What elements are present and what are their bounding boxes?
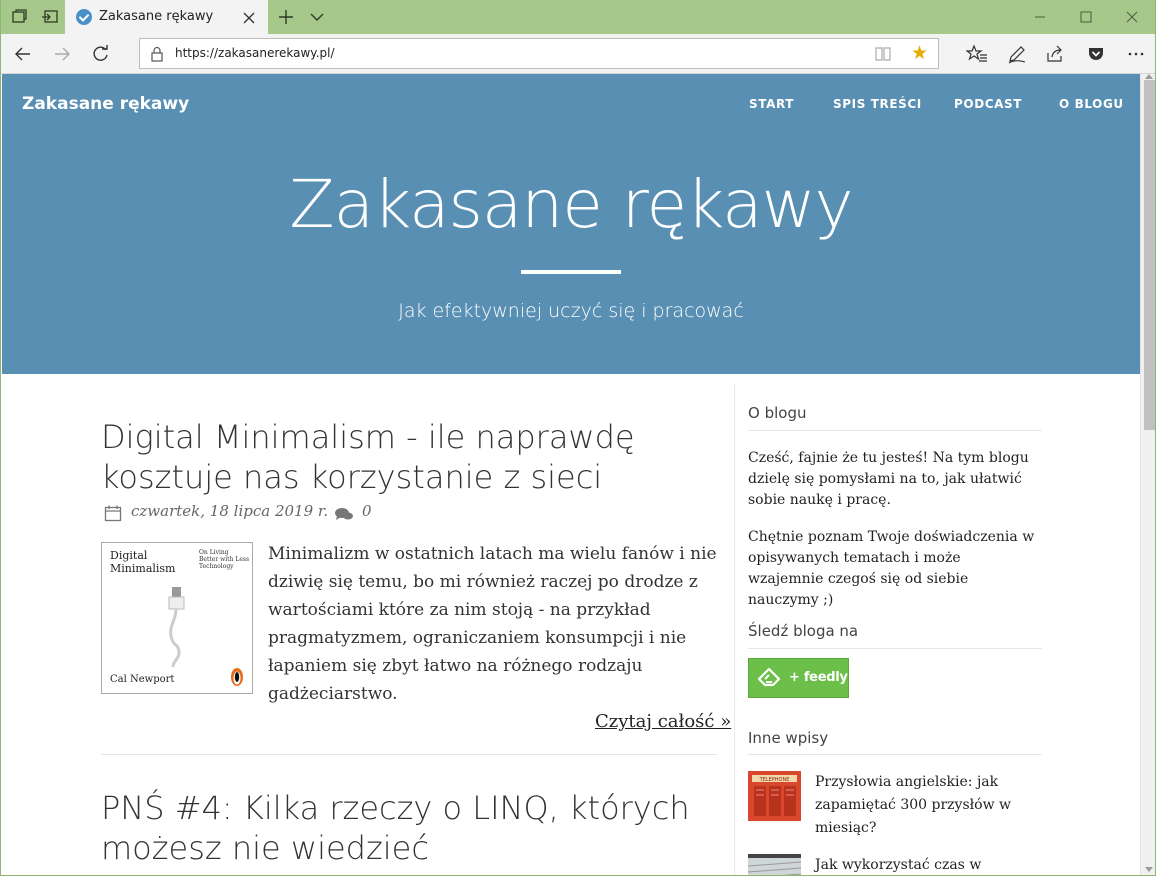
address-bar[interactable]: https://zakasanerekawy.pl/ ★ (139, 38, 939, 69)
widget-divider (748, 648, 1042, 649)
other-post-thumbnail[interactable]: TELEPHONE (748, 771, 801, 821)
refresh-icon[interactable] (91, 44, 111, 64)
post-title-line: możesz nie wiedzieć (101, 829, 429, 867)
hero-subtitle: Jak efektywniej uczyć się i pracować (398, 300, 744, 322)
close-tab-icon[interactable] (242, 10, 256, 24)
page-viewport: Zakasane rękawy START SPIS TREŚCI PODCAS… (2, 74, 1140, 875)
post-excerpt: Minimalizm w ostatnich latach ma wielu f… (268, 544, 717, 704)
widget-title-other-posts: Inne wpisy (748, 729, 829, 747)
site-brand-link[interactable]: Zakasane rękawy (22, 94, 189, 114)
set-tabs-aside-icon[interactable] (41, 8, 59, 26)
cover-subtitle-line: Technology (199, 563, 234, 570)
tab-title: Zakasane rękawy (99, 9, 214, 24)
post-date: czwartek, 18 lipca 2019 r. (131, 502, 329, 520)
nav-podcast[interactable]: PODCAST (954, 97, 1022, 111)
scroll-up-arrow-icon[interactable] (1145, 74, 1153, 79)
scroll-down-arrow-icon[interactable] (1145, 867, 1153, 872)
nav-start[interactable]: START (749, 97, 794, 111)
comments-icon (334, 506, 354, 522)
nav-spis-tresci[interactable]: SPIS TREŚCI (833, 97, 922, 111)
calendar-icon (104, 504, 122, 522)
url-text[interactable]: https://zakasanerekawy.pl/ (175, 46, 335, 60)
more-menu-icon[interactable] (1125, 43, 1147, 65)
back-icon[interactable] (13, 44, 33, 64)
post-title-line: PNŚ #4: Kilka rzeczy o LINQ, których (101, 789, 690, 827)
hero-divider (521, 270, 621, 274)
read-more-link[interactable]: Czytaj całość » (595, 711, 731, 732)
browser-window: Zakasane rękawy https://zakasanerekawy.p… (0, 0, 1156, 876)
post-title-link[interactable]: Digital Minimalism - ile naprawdę kosztu… (101, 417, 721, 497)
post-title-line: Digital Minimalism - ile naprawdę (101, 418, 635, 456)
share-icon[interactable] (1044, 43, 1066, 65)
page-scrollbar[interactable] (1140, 74, 1155, 875)
new-tab-icon[interactable] (277, 8, 295, 26)
browser-toolbar: https://zakasanerekawy.pl/ ★ (1, 34, 1155, 74)
tab-active[interactable]: Zakasane rękawy (65, 0, 268, 34)
post-thumbnail[interactable]: Digital Minimalism On Living Better with… (101, 542, 253, 694)
cover-title: Digital Minimalism (110, 549, 175, 575)
tab-bar: Zakasane rękawy (1, 0, 1155, 34)
minimize-button[interactable] (1017, 0, 1063, 34)
pen-icon[interactable] (1006, 43, 1028, 65)
comment-count[interactable]: 0 (362, 502, 372, 520)
close-window-button[interactable] (1109, 0, 1155, 34)
cover-subtitle: On Living Better with Less Technology (199, 549, 249, 570)
maximize-button[interactable] (1063, 0, 1109, 34)
nav-o-blogu[interactable]: O BLOGU (1059, 97, 1124, 111)
site-favicon-icon (76, 9, 92, 25)
thumbnail-sign-text: TELEPHONE (759, 777, 790, 783)
other-post-link[interactable]: Przysłowia angielskie: jak zapamiętać 30… (815, 771, 1035, 840)
lock-icon (150, 46, 164, 62)
feedly-logo-icon (757, 667, 781, 687)
cover-title-line: Digital (110, 549, 148, 562)
tab-preview-icon[interactable] (11, 8, 29, 26)
forward-icon[interactable] (52, 44, 72, 64)
cover-subtitle-line: Better with Less (199, 556, 250, 563)
usb-cable-illustration (168, 587, 185, 668)
widget-title-about: O blogu (748, 404, 807, 422)
pocket-extension-icon[interactable] (1085, 43, 1107, 65)
reading-view-icon[interactable] (874, 46, 892, 62)
cover-title-line: Minimalism (110, 562, 176, 575)
about-paragraph: Cześć, fajnie że tu jesteś! Na tym blogu… (748, 450, 1029, 508)
post-title-link[interactable]: PNŚ #4: Kilka rzeczy o LINQ, których moż… (101, 788, 721, 868)
site-header: Zakasane rękawy START SPIS TREŚCI PODCAS… (2, 74, 1140, 374)
chevron-down-icon[interactable] (308, 8, 326, 26)
widget-divider (748, 754, 1042, 755)
cover-subtitle-line: On Living (199, 549, 229, 556)
post-title-line: kosztuje nas korzystanie z sieci (101, 458, 603, 496)
about-paragraph: Chętnie poznam Twoje doświadczenia w opi… (748, 529, 1035, 608)
other-post-thumbnail[interactable] (748, 854, 801, 875)
post-divider (101, 754, 717, 755)
feedly-label: + feedly (789, 670, 848, 685)
feedly-follow-button[interactable]: + feedly (748, 658, 849, 698)
widget-divider (748, 430, 1042, 431)
hero-title: Zakasane rękawy (289, 166, 853, 243)
favorite-star-icon[interactable]: ★ (911, 43, 928, 63)
cover-author: Cal Newport (110, 674, 175, 685)
sidebar-border (734, 384, 735, 875)
widget-title-follow: Śledź bloga na (748, 622, 859, 640)
penguin-logo-icon (231, 668, 243, 686)
scrollbar-thumb[interactable] (1144, 80, 1155, 430)
favorites-list-icon[interactable] (965, 43, 988, 65)
other-post-link[interactable]: Jak wykorzystać czas w (815, 854, 1035, 875)
